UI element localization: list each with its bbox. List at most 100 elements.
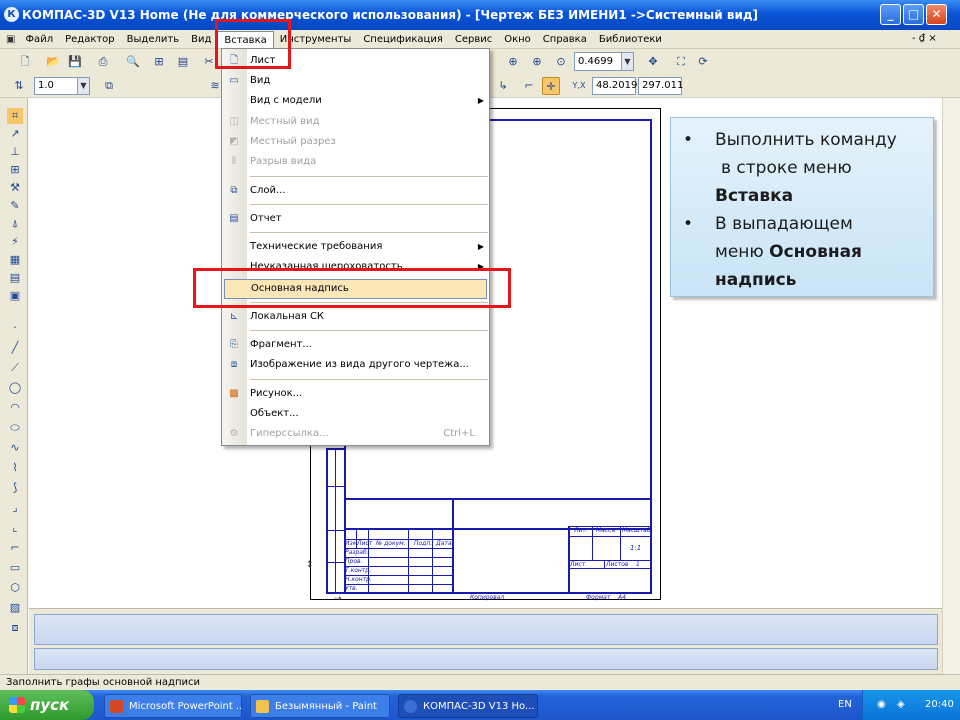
- vertical-scrollbar[interactable]: [942, 98, 960, 674]
- language-indicator[interactable]: EN: [838, 690, 852, 720]
- polyline-tool-icon[interactable]: ⟆: [7, 480, 23, 496]
- bezier-tool-icon[interactable]: ⌇: [7, 460, 23, 476]
- auxline-tool-icon[interactable]: ╱: [7, 340, 23, 356]
- tray-icon[interactable]: ◉: [877, 690, 886, 720]
- spline-tool-icon[interactable]: ∿: [7, 440, 23, 456]
- menu-item-local-cs[interactable]: ⊾ Локальная СК: [222, 307, 489, 327]
- reports-tool-icon[interactable]: ▦: [7, 252, 23, 268]
- menu-item-view[interactable]: ▭ Вид: [222, 71, 489, 91]
- kompas-app-icon[interactable]: К: [4, 7, 19, 22]
- fillet-tool-icon[interactable]: ⌞: [7, 520, 23, 536]
- title-block[interactable]: Изм. Лист № докум. Подп. Дата Разраб. Пр…: [344, 500, 652, 594]
- menu-libraries[interactable]: Библиотеки: [593, 31, 668, 48]
- arc-tool-icon[interactable]: ◠: [7, 400, 23, 416]
- menu-item-image-from-other-drawing[interactable]: ⧈ Изображение из вида другого чертежа...: [222, 355, 489, 375]
- contour-tool-icon[interactable]: ⌐: [7, 540, 23, 556]
- circle-tool-icon[interactable]: ◯: [7, 380, 23, 396]
- menu-item-fragment[interactable]: ⎘ Фрагмент...: [222, 335, 489, 355]
- zoom-dropdown[interactable]: ▼: [621, 52, 634, 71]
- menu-window[interactable]: Окно: [498, 31, 537, 48]
- save-icon[interactable]: 💾: [66, 53, 84, 71]
- coord-y-input[interactable]: 297.011: [638, 77, 683, 95]
- window-title: КОМПАС-3D V13 Home (Не для коммерческого…: [22, 8, 759, 22]
- tb-row-ncontrol: Н.контр.: [345, 576, 372, 583]
- zoom-in-icon[interactable]: ⊕: [528, 53, 546, 71]
- measure-tool-icon[interactable]: ✎: [7, 198, 23, 214]
- properties-panel[interactable]: [34, 614, 938, 645]
- menu-item-layer[interactable]: ⧉ Слой...: [222, 181, 489, 201]
- insert-tool-icon[interactable]: ▤: [7, 270, 23, 286]
- menu-item-view-from-model[interactable]: Вид с модели ▶: [222, 91, 489, 111]
- callout-bold: Вставка: [715, 186, 794, 206]
- task-kompas[interactable]: КОМПАС-3D V13 Ho...: [398, 694, 538, 718]
- preview-icon[interactable]: 🔍: [124, 53, 142, 71]
- menu-shortcut: Ctrl+L: [443, 428, 475, 439]
- menu-item-picture[interactable]: ▩ Рисунок...: [222, 384, 489, 404]
- step-cursor-icon[interactable]: ⇅: [10, 77, 28, 95]
- designations-tool-icon[interactable]: ⊥: [7, 144, 23, 160]
- menu-item-tech-requirements[interactable]: Технические требования ▶: [222, 237, 489, 257]
- menu-edit[interactable]: Редактор: [59, 31, 121, 48]
- hyperlink-icon: ⚙: [229, 428, 239, 439]
- submenu-arrow-icon: ▶: [477, 96, 484, 105]
- dimensions-tool-icon[interactable]: ↗: [7, 126, 23, 142]
- menu-help[interactable]: Справка: [537, 31, 593, 48]
- menu-service[interactable]: Сервис: [449, 31, 498, 48]
- view-tool-icon[interactable]: ▣: [7, 288, 23, 304]
- tb-format: Формат: [586, 594, 611, 601]
- polygon-tool-icon[interactable]: ⬡: [7, 580, 23, 596]
- pan-icon[interactable]: ✥: [644, 53, 662, 71]
- zoom-input[interactable]: 0.4699: [574, 52, 622, 71]
- callout-bullet-1: Выполнить команду в строке меню Вставка: [679, 126, 931, 210]
- zoom-all-icon[interactable]: ⛶: [672, 53, 690, 71]
- chamfer-tool-icon[interactable]: ⌟: [7, 500, 23, 516]
- menu-select[interactable]: Выделить: [121, 31, 185, 48]
- rectangle-tool-icon[interactable]: ▭: [7, 560, 23, 576]
- menu-file[interactable]: Файл: [19, 31, 59, 48]
- close-button[interactable]: ✕: [926, 4, 947, 25]
- menu-specification[interactable]: Спецификация: [357, 31, 449, 48]
- local-section-icon: ◩: [229, 136, 239, 147]
- zoom-scale-icon[interactable]: ⊙: [552, 53, 570, 71]
- ellipse-tool-icon[interactable]: ⬭: [7, 420, 23, 436]
- menu-item-label: Слой...: [250, 185, 286, 196]
- geometry-tool-icon[interactable]: ⌗: [7, 108, 23, 124]
- properties-icon[interactable]: ⊞: [150, 53, 168, 71]
- segment-tool-icon[interactable]: ⟋: [7, 360, 23, 376]
- windows-logo-icon: [9, 697, 25, 713]
- point-tool-icon[interactable]: ·: [7, 320, 23, 336]
- minimize-button[interactable]: _: [880, 4, 901, 25]
- edit-tool-icon[interactable]: ⊞: [7, 162, 23, 178]
- mdi-controls[interactable]: - ₫ ×: [912, 33, 937, 44]
- coord-x-input[interactable]: 48.2019: [592, 77, 637, 95]
- zoom-window-icon[interactable]: ⊕: [504, 53, 522, 71]
- scale-input[interactable]: 1.0: [34, 77, 78, 95]
- task-powerpoint[interactable]: Microsoft PowerPoint ...: [104, 694, 242, 718]
- spec-tool-icon[interactable]: ⚡: [7, 234, 23, 250]
- task-paint[interactable]: Безымянный - Paint: [250, 694, 390, 718]
- grid-snap-icon[interactable]: ✛: [542, 77, 560, 95]
- tb-copied: Копировал: [470, 594, 505, 601]
- scale-dropdown[interactable]: ▼: [77, 77, 90, 95]
- refresh-icon[interactable]: ⟳: [694, 53, 712, 71]
- parametrization-tool-icon[interactable]: ⚒: [7, 180, 23, 196]
- select-tool-icon[interactable]: ⍋: [7, 216, 23, 232]
- menu-item-report[interactable]: ▤ Отчет: [222, 209, 489, 229]
- snap-icon[interactable]: ⌐: [520, 77, 538, 95]
- ortho-icon[interactable]: ↳: [494, 77, 512, 95]
- menu-item-label: Гиперссылка...: [250, 428, 329, 439]
- equidistant-tool-icon[interactable]: ⧈: [7, 620, 23, 636]
- print-icon[interactable]: ⎙: [94, 53, 112, 71]
- maximize-button[interactable]: □: [903, 4, 924, 25]
- hatch-tool-icon[interactable]: ▨: [7, 600, 23, 616]
- tb-mass: Масса: [596, 527, 616, 534]
- new-icon[interactable]: 🗋: [16, 53, 34, 71]
- manager-icon[interactable]: ▤: [174, 53, 192, 71]
- tray-icon[interactable]: ◈: [897, 690, 905, 720]
- layer-state-icon[interactable]: ⧉: [100, 77, 118, 95]
- open-icon[interactable]: 📂: [44, 53, 62, 71]
- menu-item-object[interactable]: Объект...: [222, 404, 489, 424]
- special-controls-panel[interactable]: [34, 648, 938, 670]
- callout-line: меню: [715, 242, 770, 262]
- menu-view[interactable]: Вид: [185, 31, 217, 48]
